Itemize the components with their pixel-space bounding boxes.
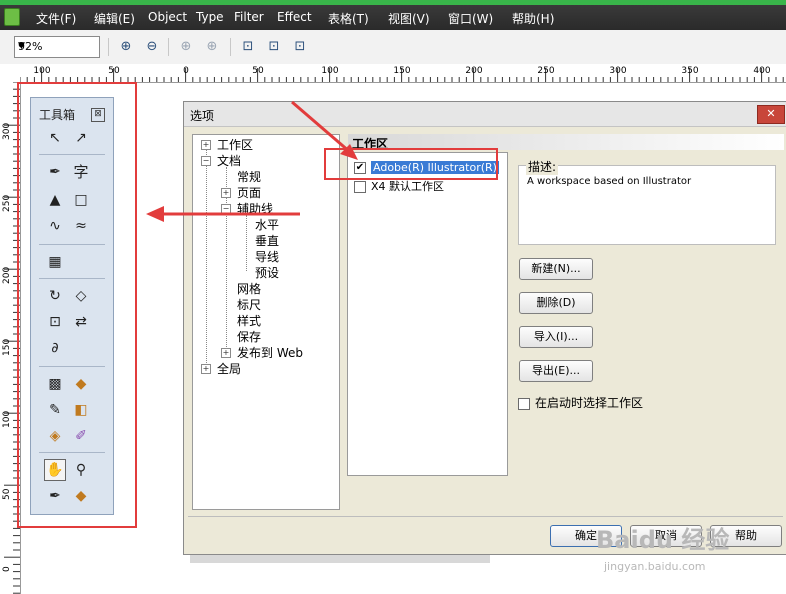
arrow-head (146, 206, 164, 222)
watermark-url: jingyan.baidu.com (604, 560, 706, 573)
annotation-arrows (146, 100, 358, 222)
arrow-to-workspace (291, 100, 351, 154)
watermark-logo: Baidu 经验 (596, 526, 730, 554)
